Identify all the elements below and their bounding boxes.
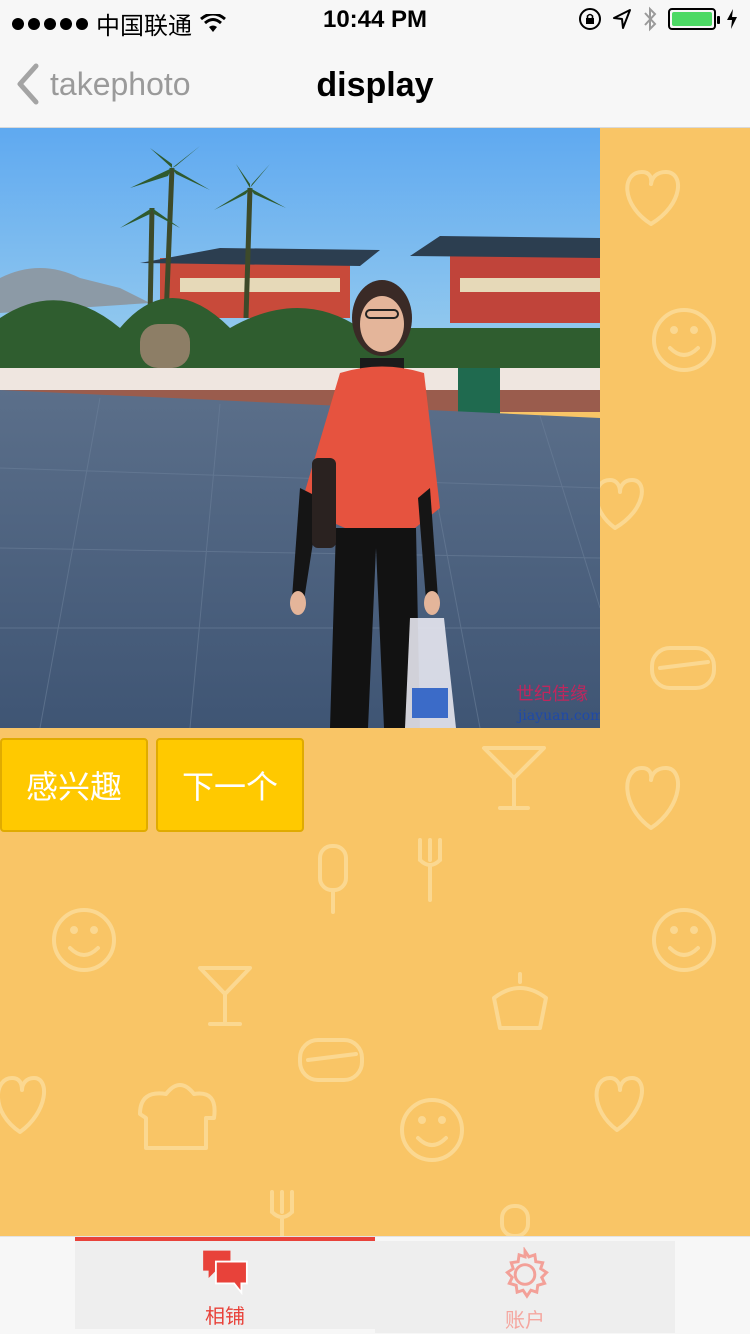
- tab-label: 账户: [505, 1308, 545, 1332]
- battery-icon: [668, 8, 720, 30]
- watermark-url: jiayuan.com: [516, 708, 600, 724]
- cocktail-icon: [198, 966, 252, 1026]
- chef-hat-icon: [138, 1083, 217, 1150]
- cocktail-icon: [482, 746, 546, 810]
- tab-account[interactable]: 账户: [375, 1241, 675, 1333]
- chat-bubbles-icon: [203, 1250, 248, 1296]
- tab-label: 相铺: [205, 1304, 245, 1328]
- hotdog-icon: [650, 646, 716, 690]
- popsicle-icon: [318, 844, 348, 914]
- heart-icon: [594, 1076, 644, 1132]
- teapot-icon: [492, 972, 548, 1030]
- smiley-icon: [400, 1098, 464, 1162]
- navigation-bar: takephoto display: [0, 40, 750, 128]
- gear-icon: [505, 1247, 549, 1299]
- fork-icon: [270, 1190, 294, 1236]
- smiley-icon: [652, 908, 716, 972]
- heart-icon: [625, 170, 680, 226]
- heart-icon: [625, 766, 680, 830]
- rotation-lock-icon: [579, 8, 601, 30]
- profile-photo: 世纪佳缘 jiayuan.com: [0, 128, 600, 728]
- charging-icon: [727, 9, 737, 29]
- location-arrow-icon: [613, 9, 631, 29]
- page-title: display: [316, 66, 434, 104]
- fork-icon: [418, 838, 442, 902]
- watermark-text: 世纪佳缘: [516, 684, 588, 705]
- bluetooth-icon: [644, 6, 657, 32]
- tab-xiangpu[interactable]: 相铺: [75, 1237, 375, 1329]
- smiley-icon: [652, 308, 716, 372]
- heart-icon: [0, 1076, 47, 1134]
- next-button[interactable]: 下一个: [156, 738, 304, 832]
- smiley-icon: [52, 908, 116, 972]
- heart-icon: [594, 478, 644, 530]
- interested-button[interactable]: 感兴趣: [0, 738, 148, 832]
- hotdog-icon: [298, 1038, 364, 1082]
- status-indicators: [578, 6, 738, 32]
- popsicle-icon: [500, 1204, 530, 1236]
- tab-bar: 相铺 账户: [0, 1236, 750, 1334]
- status-bar: 中国联通 10:44 PM: [0, 0, 750, 40]
